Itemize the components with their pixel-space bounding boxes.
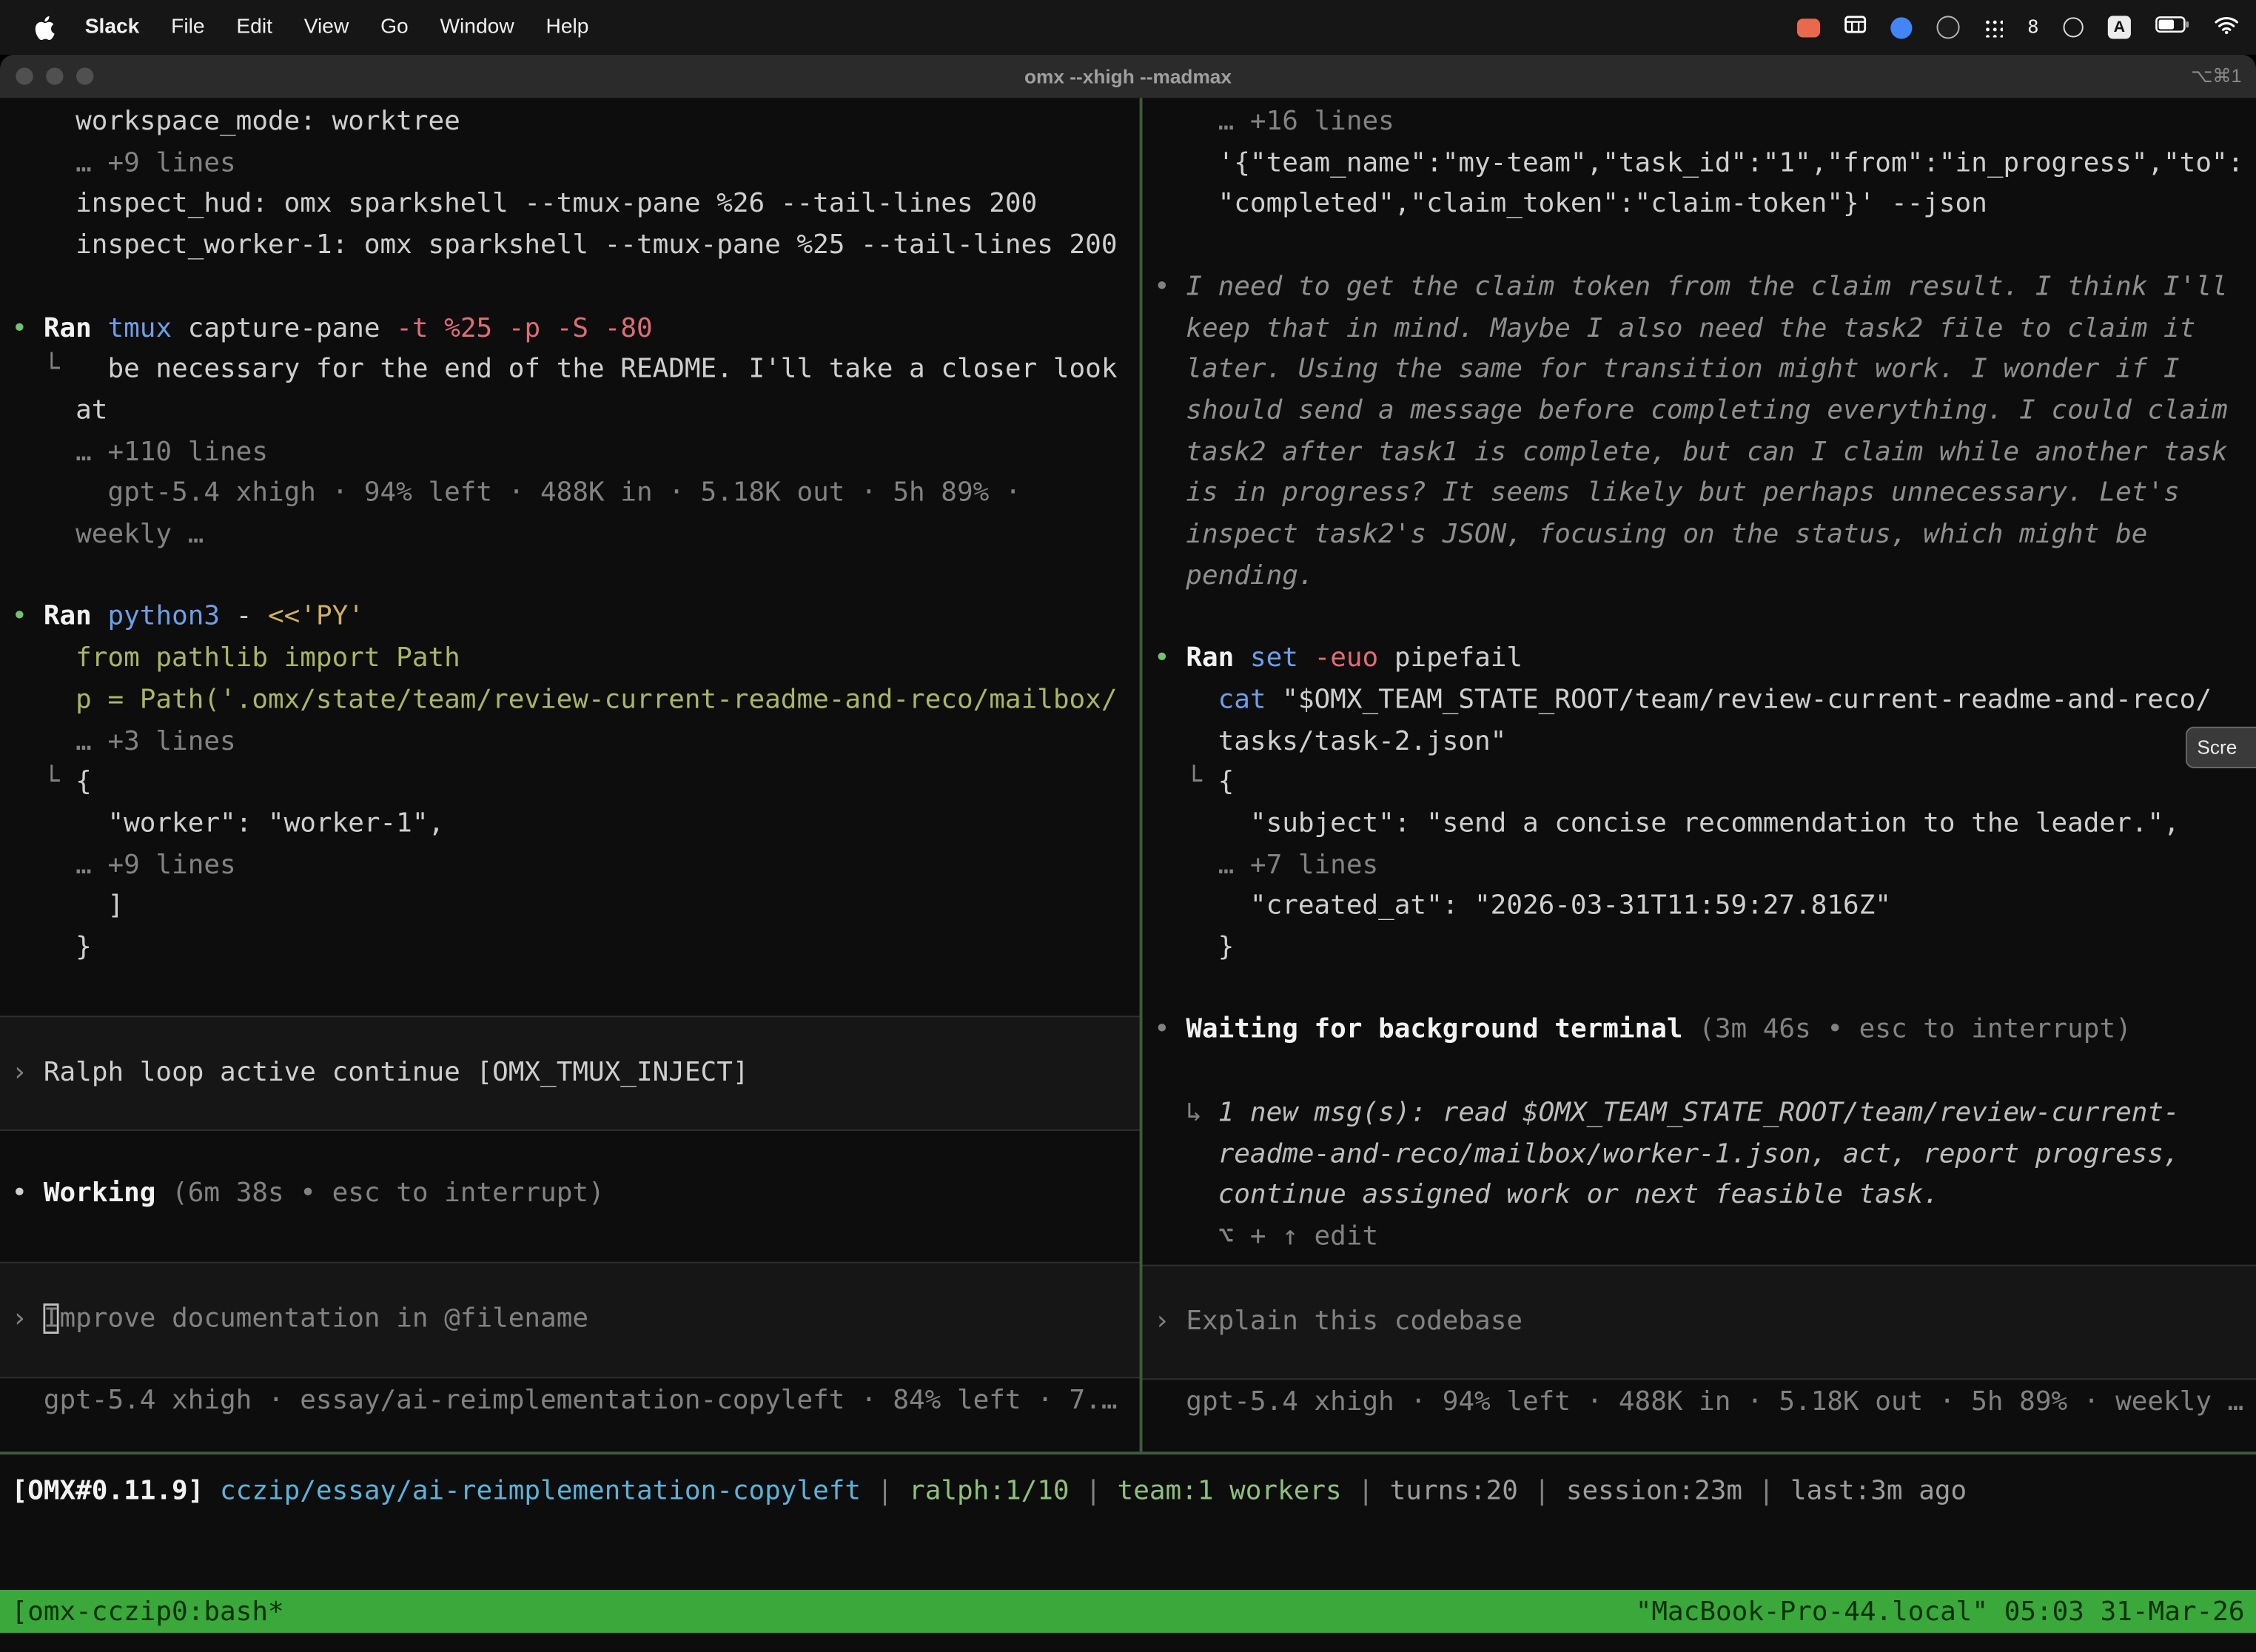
pane-status-line: gpt-5.4 xhigh · essay/ai-reimplementatio… xyxy=(12,1381,1140,1423)
menu-file[interactable]: File xyxy=(155,16,221,38)
window-bottom-padding xyxy=(0,1633,2256,1651)
dark-app-icon[interactable] xyxy=(1937,16,1960,38)
terminal-window: omx --xhigh --madmax ⌥⌘1 workspace_mode:… xyxy=(0,55,2256,1652)
terminal-line: continue assigned work or next feasible … xyxy=(1154,1176,2256,1218)
tmux-status-bar: [omx-cczip0:bash* "MacBook-Pro-44.local"… xyxy=(0,1590,2256,1633)
window-title: omx --xhigh --madmax xyxy=(0,65,2256,87)
menu-go[interactable]: Go xyxy=(365,16,424,38)
terminal-line: ] xyxy=(12,887,1140,928)
menu-view[interactable]: View xyxy=(288,16,364,38)
menu-bar: Slack File Edit View Go Window Help 8 A xyxy=(0,0,2256,55)
terminal-line: • Waiting for background terminal (3m 46… xyxy=(1154,1010,2256,1052)
terminal-line: readme-and-reco/mailbox/worker-1.json, a… xyxy=(1154,1135,2256,1176)
composer[interactable]: › Improve documentation in @filename xyxy=(0,1262,1140,1378)
window-shortcut: ⌥⌘1 xyxy=(2191,64,2241,87)
terminal-line: … +3 lines xyxy=(12,722,1140,763)
tmux-pane-left[interactable]: workspace_mode: worktree … +9 lines insp… xyxy=(0,98,1140,1451)
terminal-line xyxy=(1154,970,2256,1011)
terminal-line: … +16 lines xyxy=(1154,102,2256,144)
queued-message-band: › Ralph loop active continue [OMX_TMUX_I… xyxy=(0,1015,1140,1132)
terminal-line: at xyxy=(12,392,1140,433)
input-source-icon[interactable]: A xyxy=(2108,16,2131,38)
terminal-line: should send a message before completing … xyxy=(1154,392,2256,433)
terminal-line: • Ran python3 - <<'PY' xyxy=(12,598,1140,639)
terminal-line: … +110 lines xyxy=(12,432,1140,474)
terminal-line xyxy=(12,267,1140,309)
tmux-pane-right[interactable]: … +16 lines '{"team_name":"my-team","tas… xyxy=(1142,98,2256,1451)
working-status: • Working (6m 38s • esc to interrupt) xyxy=(12,1175,1140,1216)
tmux-session-label: [omx-cczip0:bash* xyxy=(12,1596,284,1627)
screen-recording-icon[interactable] xyxy=(1797,18,1820,36)
terminal-line: } xyxy=(12,928,1140,970)
terminal-line: is in progress? It seems likely but perh… xyxy=(1154,474,2256,515)
terminal-line: gpt-5.4 xhigh · 94% left · 488K in · 5.1… xyxy=(12,474,1140,515)
blue-app-icon[interactable] xyxy=(1891,16,1913,38)
terminal-line: "subject": "send a concise recommendatio… xyxy=(1154,804,2256,845)
terminal-line: later. Using the same for transition mig… xyxy=(1154,350,2256,392)
queued-message-band-text: › Ralph loop active continue [OMX_TMUX_I… xyxy=(12,1052,1140,1094)
window-titlebar[interactable]: omx --xhigh --madmax ⌥⌘1 xyxy=(0,55,2256,98)
terminal-line: cat "$OMX_TEAM_STATE_ROOT/team/review-cu… xyxy=(1154,680,2256,722)
terminal-line: "created_at": "2026-03-31T11:59:27.816Z" xyxy=(1154,887,2256,928)
terminal-line: inspect task2's JSON, focusing on the st… xyxy=(1154,515,2256,557)
terminal-line: ↳ 1 new msg(s): read $OMX_TEAM_STATE_ROO… xyxy=(1154,1093,2256,1135)
tmux-host-clock: "MacBook-Pro-44.local" 05:03 31-Mar-26 xyxy=(1636,1596,2245,1627)
apple-menu[interactable] xyxy=(20,15,69,39)
composer-text: › Improve documentation in @filename xyxy=(12,1300,1140,1341)
terminal-line: • Ran set -euo pipefail xyxy=(1154,639,2256,680)
terminal-line: • Ran tmux capture-pane -t %25 -p -S -80 xyxy=(12,309,1140,350)
apple-icon xyxy=(35,15,55,39)
terminal-line xyxy=(12,557,1140,598)
terminal-line: "worker": "worker-1", xyxy=(12,804,1140,845)
eight-icon[interactable]: 8 xyxy=(2027,16,2038,38)
terminal-line: └ { xyxy=(12,763,1140,805)
terminal-line: … +7 lines xyxy=(1154,845,2256,887)
terminal-line: … +9 lines xyxy=(12,845,1140,887)
terminal-line: └ be necessary for the end of the README… xyxy=(12,350,1140,392)
app-menu-slack[interactable]: Slack xyxy=(69,16,155,38)
gauge-icon[interactable] xyxy=(2064,17,2084,37)
battery-icon[interactable] xyxy=(2155,16,2190,38)
menu-window[interactable]: Window xyxy=(424,16,530,38)
terminal-line: … +9 lines xyxy=(12,144,1140,185)
dots-grid-icon[interactable] xyxy=(1984,18,2003,36)
omx-status-line: [OMX#0.11.9] cczip/essay/ai-reimplementa… xyxy=(12,1472,2256,1514)
terminal-line xyxy=(1154,598,2256,639)
menu-help[interactable]: Help xyxy=(530,16,605,38)
grid-icon[interactable] xyxy=(1844,16,1866,38)
terminal-line: inspect_hud: omx sparkshell --tmux-pane … xyxy=(12,185,1140,226)
terminal-line: task2 after task1 is complete, but can I… xyxy=(1154,432,2256,474)
menu-edit[interactable]: Edit xyxy=(221,16,288,38)
terminal-line: └ { xyxy=(1154,763,2256,805)
terminal-line: weekly … xyxy=(12,515,1140,557)
tmux-window: workspace_mode: worktree … +9 lines insp… xyxy=(0,98,2256,1451)
composer[interactable]: › Explain this codebase xyxy=(1142,1264,2256,1380)
terminal-line xyxy=(1154,226,2256,267)
terminal-line: } xyxy=(1154,928,2256,970)
clipped-tooltip: Scre xyxy=(2186,727,2256,768)
pane-status-line: gpt-5.4 xhigh · 94% left · 488K in · 5.1… xyxy=(1154,1383,2256,1425)
terminal-line: pending. xyxy=(1154,557,2256,598)
omx-status-pane[interactable]: [OMX#0.11.9] cczip/essay/ai-reimplementa… xyxy=(0,1454,2256,1590)
composer-text: › Explain this codebase xyxy=(1154,1302,2256,1343)
terminal-line: "completed","claim_token":"claim-token"}… xyxy=(1154,185,2256,226)
terminal-line: keep that in mind. Maybe I also need the… xyxy=(1154,309,2256,350)
terminal-line: '{"team_name":"my-team","task_id":"1","f… xyxy=(1154,144,2256,185)
terminal-line: tasks/task-2.json" xyxy=(1154,722,2256,763)
terminal-line: workspace_mode: worktree xyxy=(12,102,1140,144)
terminal-line: ⌥ + ↑ edit xyxy=(1154,1217,2256,1258)
terminal-line: inspect_worker-1: omx sparkshell --tmux-… xyxy=(12,226,1140,267)
terminal-line: • I need to get the claim token from the… xyxy=(1154,267,2256,309)
terminal-line: from pathlib import Path xyxy=(12,639,1140,680)
terminal-line: p = Path('.omx/state/team/review-current… xyxy=(12,680,1140,722)
terminal-line xyxy=(1154,1052,2256,1093)
screen: Slack File Edit View Go Window Help 8 A xyxy=(0,0,2256,1652)
wifi-icon[interactable] xyxy=(2215,15,2239,39)
